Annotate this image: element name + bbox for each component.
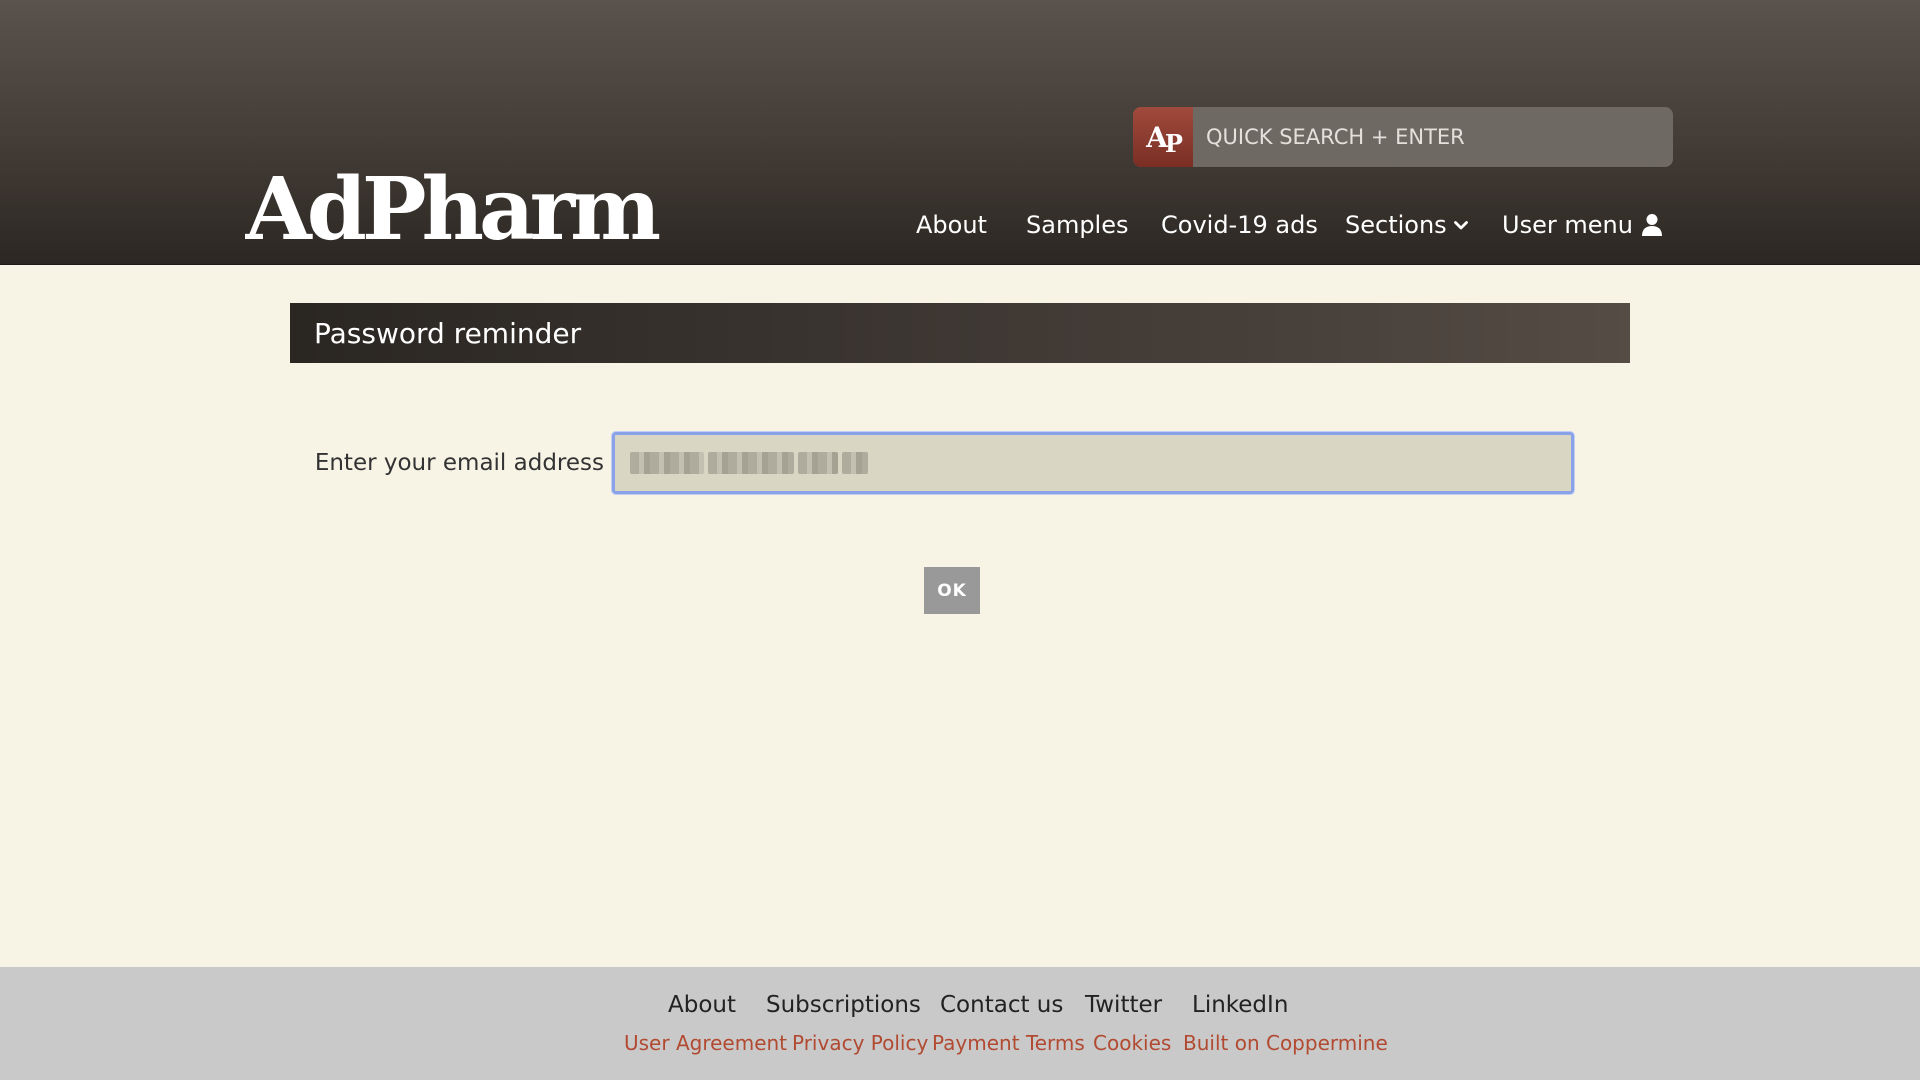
footer-link-contact-us[interactable]: Contact us (940, 985, 1063, 1025)
adpharm-logo[interactable]: AdPharm (245, 160, 700, 260)
footer-link-cookies[interactable]: Cookies (1093, 1025, 1171, 1061)
nav-user-menu-label: User menu (1502, 211, 1633, 239)
nav-covid-label: Covid-19 ads (1161, 211, 1318, 239)
chevron-down-icon (1453, 221, 1468, 230)
footer-link-user-agreement[interactable]: User Agreement (624, 1025, 787, 1061)
footer-secondary-links: User Agreement Privacy Policy Payment Te… (0, 1025, 1920, 1061)
nav-sections-label: Sections (1345, 211, 1447, 239)
footer-link-built-on-coppermine[interactable]: Built on Coppermine (1183, 1025, 1388, 1061)
footer-link-about[interactable]: About (668, 985, 736, 1025)
footer-link-twitter[interactable]: Twitter (1085, 985, 1162, 1025)
email-field[interactable] (612, 432, 1574, 494)
ap-logo-p: P (1164, 128, 1183, 158)
ok-button[interactable]: OK (923, 566, 981, 615)
nav-samples-label: Samples (1026, 211, 1129, 239)
nav-samples[interactable]: Samples (1026, 205, 1129, 245)
footer-link-privacy-policy[interactable]: Privacy Policy (792, 1025, 928, 1061)
site-footer: About Subscriptions Contact us Twitter L… (0, 967, 1920, 1080)
footer-link-linkedin[interactable]: LinkedIn (1192, 985, 1288, 1025)
nav-sections-dropdown[interactable]: Sections (1345, 205, 1469, 245)
nav-about-label: About (916, 211, 987, 239)
nav-covid-19-ads[interactable]: Covid-19 ads (1161, 205, 1318, 245)
quick-search: AP (1133, 107, 1673, 167)
email-label: Enter your email address (314, 450, 604, 476)
footer-primary-links: About Subscriptions Contact us Twitter L… (0, 985, 1920, 1025)
nav-about[interactable]: About (916, 205, 987, 245)
footer-link-payment-terms[interactable]: Payment Terms (932, 1025, 1085, 1061)
ap-logo-a: A (1146, 120, 1168, 154)
ap-logo-icon: AP (1133, 107, 1193, 167)
quick-search-input[interactable] (1193, 107, 1673, 167)
user-icon (1641, 214, 1662, 236)
site-header: AdPharm AP About Samples Covid-19 ads Se… (0, 0, 1920, 265)
nav-user-menu[interactable]: User menu (1502, 205, 1663, 245)
footer-link-subscriptions[interactable]: Subscriptions (766, 985, 921, 1025)
panel-title-bar: Password reminder (290, 303, 1630, 363)
page-title: Password reminder (314, 317, 582, 350)
